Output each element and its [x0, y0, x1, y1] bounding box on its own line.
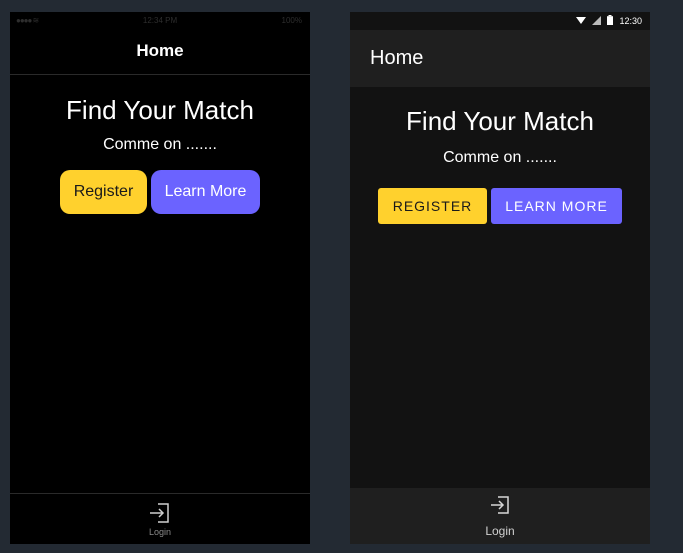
ios-phone-screen: ●●●● ≋ 12:34 PM 100% Home Find Your Matc…	[10, 12, 310, 544]
login-icon	[148, 502, 172, 524]
cell-signal-icon	[592, 15, 602, 27]
ios-status-bar: ●●●● ≋ 12:34 PM 100%	[10, 12, 310, 28]
android-phone-screen: 12:30 Home Find Your Match Comme on ....…	[350, 12, 650, 544]
button-row: Register Learn More	[10, 170, 310, 214]
android-status-bar: 12:30	[350, 12, 650, 30]
android-home-content: Find Your Match Comme on ....... Registe…	[350, 87, 650, 224]
tab-login[interactable]: Login	[350, 488, 650, 544]
tab-login[interactable]: Login	[10, 493, 310, 544]
wifi-icon	[576, 16, 587, 27]
learn-more-button[interactable]: Learn More	[151, 170, 260, 214]
battery-indicator: 100%	[281, 16, 302, 25]
page-title: Home	[370, 47, 424, 69]
status-time: 12:34 PM	[142, 16, 178, 25]
heading: Find Your Match	[66, 95, 254, 125]
register-button[interactable]: Register	[378, 188, 487, 224]
subtitle: Comme on .......	[443, 149, 557, 166]
learn-more-button[interactable]: Learn More	[491, 188, 622, 224]
tab-login-label: Login	[148, 526, 172, 537]
ios-nav-header: Home	[10, 28, 310, 75]
heading: Find Your Match	[406, 106, 594, 136]
page-title: Home	[136, 41, 184, 60]
button-row: Register Learn More	[350, 188, 650, 224]
status-time: 12:30	[619, 16, 642, 26]
tab-login-label: Login	[485, 523, 515, 538]
ios-home-content: Find Your Match Comme on ....... Registe…	[10, 75, 310, 214]
battery-icon	[607, 15, 614, 27]
login-icon	[489, 495, 511, 520]
subtitle: Comme on .......	[103, 136, 217, 153]
register-button[interactable]: Register	[60, 170, 147, 214]
android-app-bar: Home	[350, 30, 650, 87]
